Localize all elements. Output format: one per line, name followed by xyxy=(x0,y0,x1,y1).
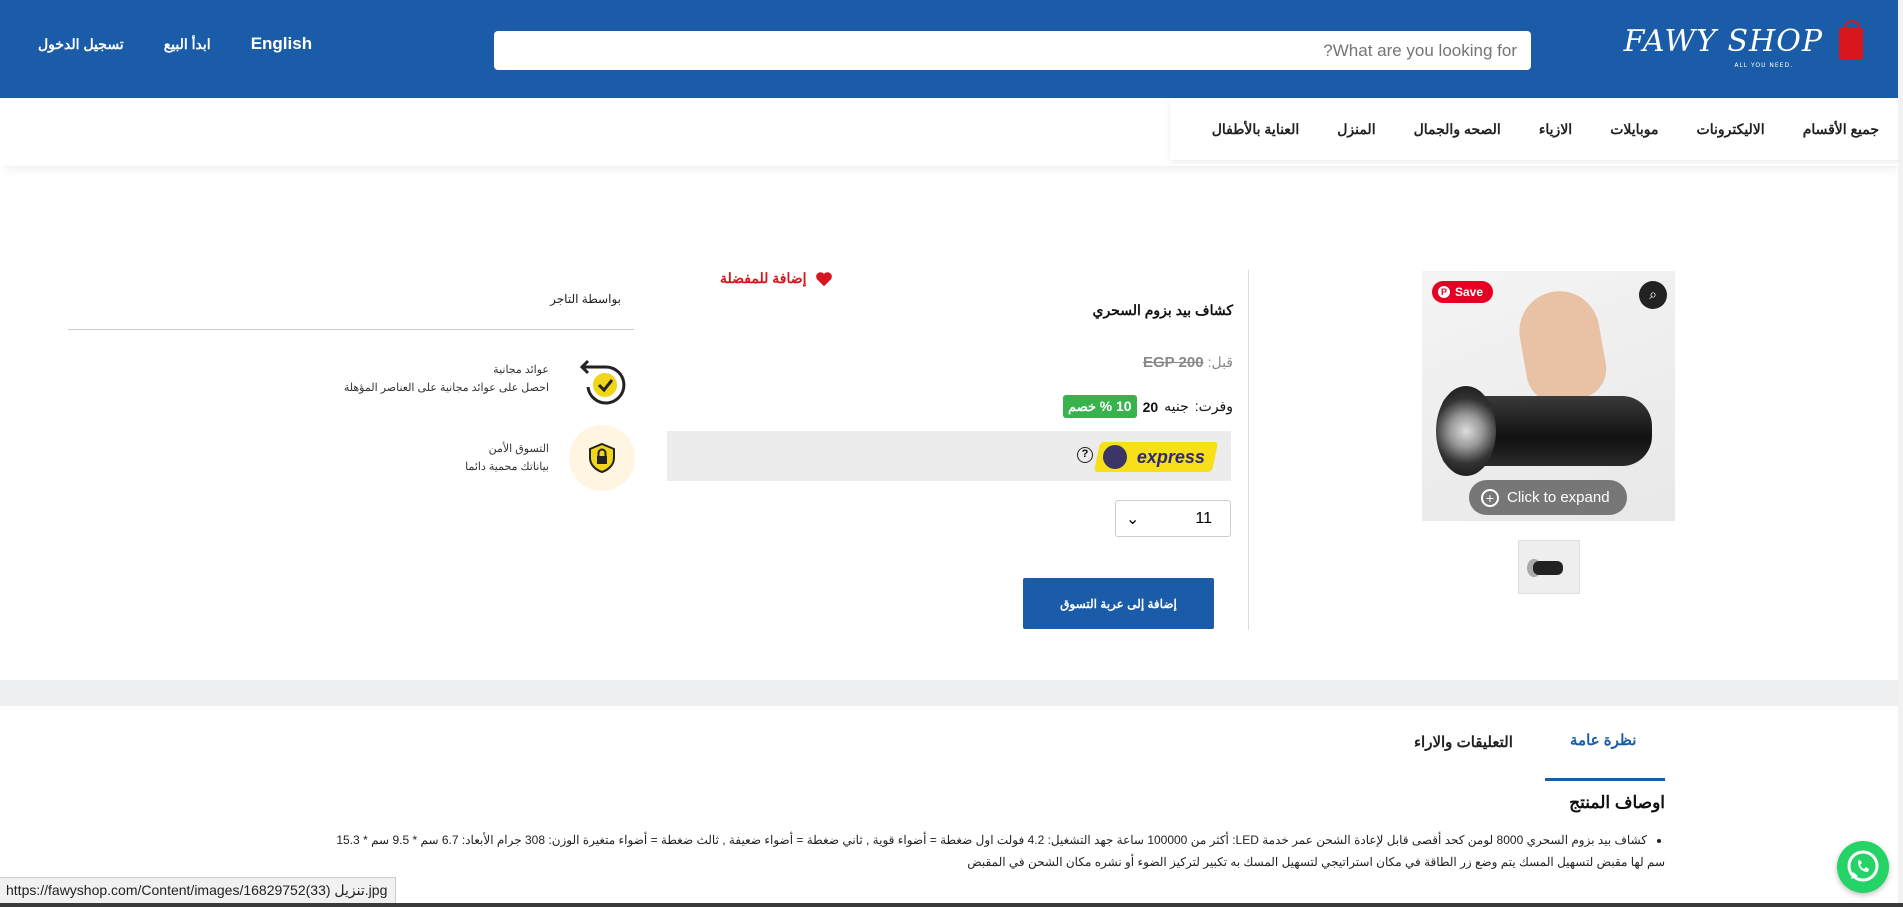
start-selling-link[interactable]: ابدأ البيع xyxy=(164,36,211,53)
feature-text: التسوق الأمن بياناتك محمية دائما xyxy=(465,440,549,476)
quantity-value: 11 xyxy=(1195,509,1212,527)
pinterest-icon: P xyxy=(1438,286,1450,298)
status-bar-url: https://fawyshop.com/Content/images/1682… xyxy=(0,877,397,903)
page-scrollbar[interactable] xyxy=(1898,0,1903,907)
old-price-label: قبل: xyxy=(1207,354,1233,370)
category-nav: جميع الأقسام الاليكترونات موبايلات الازي… xyxy=(1170,98,1903,160)
savings-row: وفرت: جنيه 20 10 % خصم xyxy=(1063,395,1233,418)
pinterest-save-button[interactable]: P Save xyxy=(1432,281,1494,303)
nav-item-baby-care[interactable]: العناية بالأطفال xyxy=(1212,121,1300,138)
product-description: كشاف بيد بزوم السحري 8000 لومن كحد أقصى … xyxy=(245,829,1665,873)
heart-icon xyxy=(815,271,832,286)
seller-label: بواسطة التاجر xyxy=(550,292,621,306)
nav-item-all-categories[interactable]: جميع الأقسام xyxy=(1803,121,1879,138)
taskbar-strip xyxy=(0,903,1903,907)
product-title: كشاف بيد بزوم السحري xyxy=(1092,302,1234,318)
nav-item-health-beauty[interactable]: الصحه والجمال xyxy=(1414,121,1501,138)
old-price-value: EGP 200 xyxy=(1142,354,1204,371)
express-label: express xyxy=(1137,446,1206,467)
active-tab-indicator xyxy=(1545,778,1665,781)
nav-item-fashion[interactable]: الازياء xyxy=(1539,121,1572,138)
thumb-flashlight-body xyxy=(1533,561,1563,575)
discount-word: خصم xyxy=(1068,399,1097,414)
expand-plus-icon: + xyxy=(1481,488,1499,507)
login-link[interactable]: تسجيل الدخول xyxy=(38,36,124,53)
feature-desc: بياناتك محمية دائما xyxy=(465,461,549,473)
saved-currency: جنيه xyxy=(1164,398,1189,414)
help-icon[interactable]: ? xyxy=(1077,447,1093,463)
feature-text: عوائد مجانية احصل على عوائد مجانية على ا… xyxy=(344,361,549,397)
visual-search-icon[interactable]: ⌕ xyxy=(1639,281,1667,309)
description-heading: اوصاف المنتج xyxy=(1569,793,1665,812)
nav-item-home[interactable]: المنزل xyxy=(1337,121,1375,138)
express-box-icon xyxy=(1103,445,1127,469)
add-to-cart-button[interactable]: إضافة إلى عربة التسوق xyxy=(1023,578,1214,629)
saved-amount: 20 xyxy=(1142,398,1159,415)
whatsapp-icon xyxy=(1847,850,1879,882)
feature-title: عوائد مجانية xyxy=(493,364,549,376)
product-main-image[interactable]: P Save ⌕ + Click to expand xyxy=(1422,271,1675,521)
feature-secure-shopping: التسوق الأمن بياناتك محمية دائما xyxy=(465,425,635,491)
express-shipping-box: express ? xyxy=(667,431,1231,481)
return-check-icon xyxy=(569,346,635,412)
old-price: قبل: EGP 200 xyxy=(1143,354,1233,371)
product-thumbnail[interactable] xyxy=(1518,540,1580,594)
feature-desc: احصل على عوائد مجانية على العناصر المؤهل… xyxy=(343,382,549,394)
quantity-select[interactable]: ⌄ 11 xyxy=(1115,500,1231,537)
site-header: FAWY SHOP ALL YOU NEED. تسجيل الدخول ابد… xyxy=(0,0,1903,98)
vertical-divider xyxy=(1248,270,1249,630)
tab-reviews[interactable]: التعليقات والاراء xyxy=(1414,733,1513,751)
flashlight-head xyxy=(1436,386,1496,476)
chevron-down-icon: ⌄ xyxy=(1126,510,1140,528)
whatsapp-chat-button[interactable] xyxy=(1837,841,1889,893)
logo-text: FAWY SHOP xyxy=(1623,24,1823,59)
click-to-expand-button[interactable]: + Click to expand xyxy=(1469,480,1627,515)
saved-label: وفرت: xyxy=(1194,398,1233,414)
logo-tagline: ALL YOU NEED. xyxy=(1734,62,1793,69)
site-logo[interactable]: FAWY SHOP ALL YOU NEED. xyxy=(1624,20,1863,74)
header-links: تسجيل الدخول ابدأ البيع English xyxy=(38,34,312,54)
tab-overview[interactable]: نظرة عامة xyxy=(1570,731,1636,749)
feature-title: التسوق الأمن xyxy=(488,443,549,455)
shopping-bag-icon xyxy=(1839,20,1863,60)
horizontal-divider xyxy=(68,329,634,330)
feature-free-returns: عوائد مجانية احصل على عوائد مجانية على ا… xyxy=(344,346,635,412)
discount-value: 10 % xyxy=(1099,398,1132,414)
add-to-favorites[interactable]: إضافة للمفضلة xyxy=(720,270,833,287)
discount-badge: 10 % خصم xyxy=(1063,395,1137,418)
description-line-1: كشاف بيد بزوم السحري 8000 لومن كحد أقصى … xyxy=(245,829,1647,851)
hand-illustration xyxy=(1513,284,1611,408)
expand-label: Click to expand xyxy=(1507,489,1610,506)
language-english-link[interactable]: English xyxy=(251,34,312,54)
description-line-2: سم لها مقبض لتسهيل المسك يتم وضع زر الطا… xyxy=(967,855,1665,869)
search-input[interactable] xyxy=(494,31,1531,70)
favorites-label: إضافة للمفضلة xyxy=(720,270,807,286)
section-separator xyxy=(0,680,1903,706)
pin-save-label: Save xyxy=(1455,285,1484,299)
nav-item-mobiles[interactable]: موبايلات xyxy=(1610,121,1658,138)
secure-lock-icon xyxy=(569,425,635,491)
nav-item-electronics[interactable]: الاليكترونات xyxy=(1697,121,1765,138)
express-badge: express xyxy=(1093,442,1219,472)
